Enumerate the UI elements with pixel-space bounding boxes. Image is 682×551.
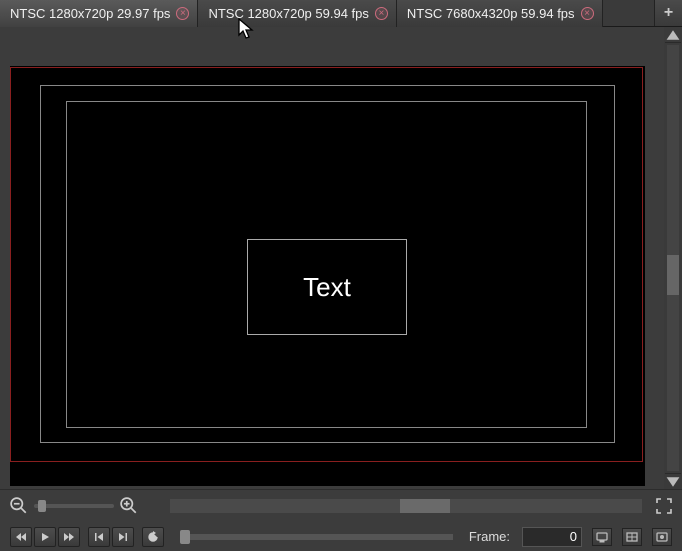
display-mode-button-2[interactable] — [622, 528, 642, 546]
frame-slider[interactable] — [180, 534, 453, 540]
scroll-down-icon[interactable] — [665, 473, 681, 489]
tab-label: NTSC 7680x4320p 59.94 fps — [407, 6, 575, 21]
tab-2[interactable]: NTSC 7680x4320p 59.94 fps × — [397, 0, 603, 27]
tab-1[interactable]: NTSC 1280x720p 59.94 fps × — [198, 0, 396, 27]
scroll-up-icon[interactable] — [665, 27, 681, 43]
footer-controls: Frame: — [0, 489, 682, 551]
loop-button[interactable] — [142, 527, 164, 547]
frame-label: Frame: — [469, 529, 510, 544]
tab-0[interactable]: NTSC 1280x720p 29.97 fps × — [0, 0, 198, 27]
viewport[interactable]: Text — [0, 27, 664, 489]
tab-label: NTSC 1280x720p 59.94 fps — [208, 6, 368, 21]
add-tab-button[interactable]: + — [654, 0, 682, 26]
vertical-scroll-thumb[interactable] — [667, 255, 679, 295]
transport-controls — [10, 527, 164, 547]
close-tab-icon[interactable]: × — [375, 7, 388, 20]
tab-bar: NTSC 1280x720p 29.97 fps × NTSC 1280x720… — [0, 0, 682, 27]
next-frame-button[interactable] — [112, 527, 134, 547]
tab-spacer — [603, 0, 654, 26]
rewind-button[interactable] — [10, 527, 32, 547]
display-mode-button-1[interactable] — [592, 528, 612, 546]
tab-label: NTSC 1280x720p 29.97 fps — [10, 6, 170, 21]
text-layer[interactable]: Text — [247, 239, 407, 335]
text-layer-content: Text — [303, 272, 351, 303]
fullscreen-button[interactable] — [656, 498, 672, 514]
close-tab-icon[interactable]: × — [176, 7, 189, 20]
prev-frame-button[interactable] — [88, 527, 110, 547]
vertical-scroll-track[interactable] — [667, 45, 679, 471]
vertical-scrollbar[interactable] — [664, 27, 682, 489]
zoom-slider-knob[interactable] — [38, 500, 46, 512]
zoom-slider[interactable] — [34, 504, 114, 508]
zoom-out-button[interactable] — [10, 497, 28, 515]
frame-input[interactable] — [522, 527, 582, 547]
play-button[interactable] — [34, 527, 56, 547]
frame-slider-knob[interactable] — [180, 530, 190, 544]
display-mode-button-3[interactable] — [652, 528, 672, 546]
fast-forward-button[interactable] — [58, 527, 80, 547]
main-area: Text — [0, 27, 682, 489]
zoom-in-button[interactable] — [120, 497, 138, 515]
horizontal-scrollbar[interactable] — [170, 499, 642, 513]
horizontal-scroll-thumb[interactable] — [400, 499, 450, 513]
close-tab-icon[interactable]: × — [581, 7, 594, 20]
